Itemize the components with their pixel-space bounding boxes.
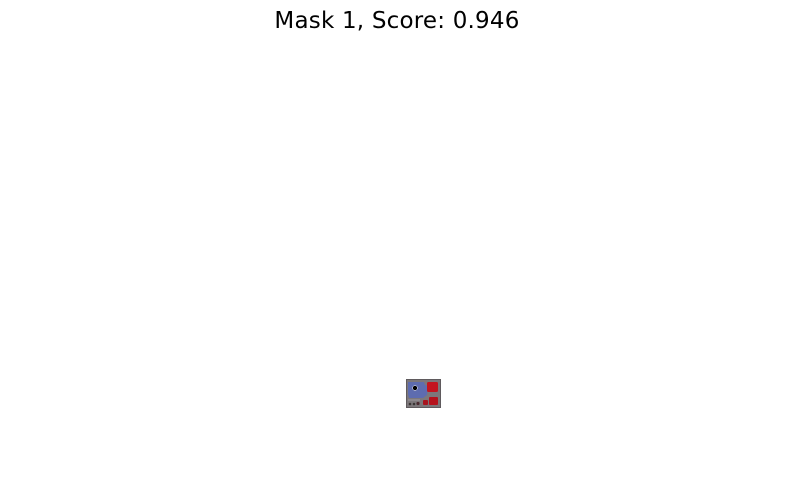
masked-image-panel <box>406 379 441 408</box>
small-component <box>408 402 412 406</box>
figure-title: Mask 1, Score: 0.946 <box>274 8 520 34</box>
small-component <box>412 402 416 406</box>
board-highlight <box>408 399 420 401</box>
small-component <box>416 401 420 406</box>
red-block-small <box>423 400 428 405</box>
point-marker-icon <box>412 385 418 391</box>
red-block-right <box>429 397 438 405</box>
red-block-large <box>427 382 438 392</box>
masked-photo <box>406 379 441 408</box>
